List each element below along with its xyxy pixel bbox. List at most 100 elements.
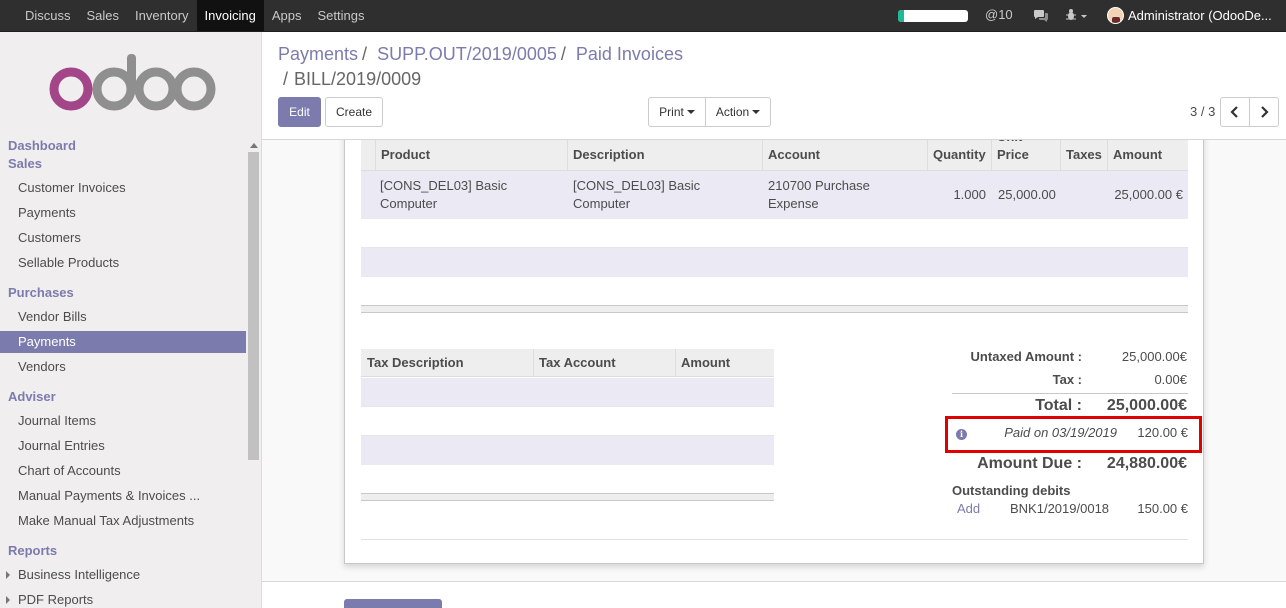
odoo-logo xyxy=(49,54,216,111)
header-tax-description[interactable]: Tax Description xyxy=(367,355,464,370)
menu-inventory[interactable]: Inventory xyxy=(127,0,196,31)
scroll-up-arrow-icon[interactable] xyxy=(250,143,258,148)
form-view: Product Description Account Quantity Uni… xyxy=(262,140,1286,608)
header-taxes[interactable]: Taxes xyxy=(1066,147,1102,162)
tax-table-footer xyxy=(361,493,774,501)
cell-description: [CONS_DEL03] Basic Computer xyxy=(573,178,701,211)
edit-button[interactable]: Edit xyxy=(278,97,321,127)
breadcrumb-paid-invoices[interactable]: Paid Invoices xyxy=(576,44,683,64)
mentions-counter[interactable]: @10 xyxy=(985,7,1013,22)
expand-caret-icon xyxy=(6,571,10,579)
chevron-down-icon xyxy=(686,110,695,114)
chevron-right-icon xyxy=(1261,106,1269,118)
amount-due-value: 24,880.00€ xyxy=(1106,455,1187,472)
sidebar-item-label: Business Intelligence xyxy=(18,567,141,582)
pager-previous-button[interactable] xyxy=(1220,97,1250,127)
header-product[interactable]: Product xyxy=(381,147,430,162)
sidebar-item-manual-tax-adjustments[interactable]: Make Manual Tax Adjustments xyxy=(0,510,246,532)
header-quantity[interactable]: Quantity xyxy=(933,147,986,162)
sidebar-item-vendor-bills[interactable]: Vendor Bills xyxy=(0,306,246,328)
header-amount[interactable]: Amount xyxy=(1113,147,1162,162)
header-description[interactable]: Description xyxy=(573,147,645,162)
column-divider xyxy=(533,349,534,377)
breadcrumb-payments[interactable]: Payments xyxy=(278,44,358,64)
sidebar-item-customers[interactable]: Customers xyxy=(0,227,246,249)
breadcrumb-supp-out[interactable]: SUPP.OUT/2019/0005 xyxy=(377,44,557,64)
print-dropdown[interactable]: Print xyxy=(648,97,706,127)
table-row xyxy=(361,219,1188,248)
column-divider xyxy=(762,140,763,171)
chevron-down-icon xyxy=(752,110,761,114)
sidebar-section-adviser: Adviser xyxy=(8,389,56,404)
sidebar-item-journal-entries[interactable]: Journal Entries xyxy=(0,435,246,457)
sidebar-item-vendors[interactable]: Vendors xyxy=(0,356,246,378)
outstanding-add-link[interactable]: Add xyxy=(957,501,980,516)
sidebar-item-business-intelligence[interactable]: Business Intelligence xyxy=(0,564,246,586)
menu-discuss[interactable]: Discuss xyxy=(0,0,79,31)
total-label: Total : xyxy=(1035,397,1082,414)
sidebar-section-sales: Sales xyxy=(8,156,42,171)
amount-due-label: Amount Due : xyxy=(977,455,1082,472)
action-dropdown[interactable]: Action xyxy=(705,97,771,127)
header-unit-price[interactable]: Unit Price xyxy=(997,140,1047,164)
sidebar-item-label: PDF Reports xyxy=(18,592,94,607)
column-divider xyxy=(675,349,676,377)
breadcrumb: Payments / SUPP.OUT/2019/0005/ Paid Invoi… xyxy=(278,44,683,65)
sidebar-item-pdf-reports[interactable]: PDF Reports xyxy=(0,589,246,608)
table-row xyxy=(361,378,774,407)
sheet-divider xyxy=(361,539,1188,540)
menu-settings[interactable]: Settings xyxy=(309,0,372,31)
menu-apps[interactable]: Apps xyxy=(264,0,310,31)
breadcrumb-current-row: / BILL/2019/0009 xyxy=(283,69,421,90)
cell-quantity: 1.000 xyxy=(953,187,986,202)
sidebar-item-sellable-products[interactable]: Sellable Products xyxy=(0,252,246,274)
chatter-button[interactable] xyxy=(344,599,442,608)
totals-divider xyxy=(952,393,1188,394)
column-divider xyxy=(991,140,992,171)
total-value: 25,000.00€ xyxy=(1106,397,1187,414)
user-menu[interactable]: Administrator (OdooDe... xyxy=(1107,7,1272,24)
sidebar-item-journal-items[interactable]: Journal Items xyxy=(0,410,246,432)
create-button[interactable]: Create xyxy=(325,97,383,127)
table-row[interactable]: [CONS_DEL03] Basic Computer [CONS_DEL03]… xyxy=(361,171,1188,219)
onboarding-progress-bar[interactable] xyxy=(898,10,968,22)
pager-next-button[interactable] xyxy=(1249,97,1279,127)
header-tax-account[interactable]: Tax Account xyxy=(539,355,616,370)
user-name: Administrator (OdooDe... xyxy=(1128,8,1272,23)
column-divider xyxy=(567,140,568,171)
sidebar-dashboard[interactable]: Dashboard xyxy=(8,138,76,153)
chat-icon[interactable] xyxy=(1033,9,1049,26)
chatter-area xyxy=(262,581,1286,608)
sidebar-item-purchase-payments[interactable]: Payments xyxy=(0,331,246,353)
sidebar-scroll-thumb[interactable] xyxy=(248,152,259,460)
table-footer xyxy=(361,305,1188,313)
sidebar-item-customer-invoices[interactable]: Customer Invoices xyxy=(0,177,246,199)
info-icon[interactable]: i xyxy=(956,429,967,440)
payment-paid-on: Paid on 03/19/2019 xyxy=(1004,425,1117,440)
outstanding-debits-label: Outstanding debits xyxy=(952,483,1071,498)
expand-caret-icon xyxy=(6,596,10,604)
chevron-left-icon xyxy=(1230,106,1238,118)
top-navbar: Discuss Sales Inventory Invoicing Apps S… xyxy=(0,0,1286,32)
invoice-sheet: Product Description Account Quantity Uni… xyxy=(344,140,1204,564)
outstanding-amount: 150.00 € xyxy=(1137,501,1188,516)
debug-bug-icon[interactable] xyxy=(1065,8,1087,25)
breadcrumb-separator: / xyxy=(283,69,289,89)
untaxed-amount-label: Untaxed Amount : xyxy=(970,349,1082,364)
tax-value: 0.00€ xyxy=(1154,372,1187,387)
header-tax-amount[interactable]: Amount xyxy=(681,355,730,370)
tax-label: Tax : xyxy=(1052,372,1082,387)
column-divider xyxy=(1107,140,1108,171)
sidebar-item-manual-payments[interactable]: Manual Payments & Invoices ... xyxy=(0,485,246,507)
header-account[interactable]: Account xyxy=(768,147,820,162)
table-header: Product Description Account Quantity Uni… xyxy=(361,140,1188,171)
menu-sales[interactable]: Sales xyxy=(79,0,128,31)
sidebar-item-chart-of-accounts[interactable]: Chart of Accounts xyxy=(0,460,246,482)
sidebar-item-sales-payments[interactable]: Payments xyxy=(0,202,246,224)
menu-invoicing[interactable]: Invoicing xyxy=(196,0,264,31)
app-menu: Discuss Sales Inventory Invoicing Apps S… xyxy=(0,0,372,31)
pager-value[interactable]: 3 / 3 xyxy=(1190,104,1215,119)
control-panel: Payments / SUPP.OUT/2019/0005/ Paid Invoi… xyxy=(262,32,1286,140)
print-label: Print xyxy=(659,105,684,119)
table-row xyxy=(361,436,774,465)
